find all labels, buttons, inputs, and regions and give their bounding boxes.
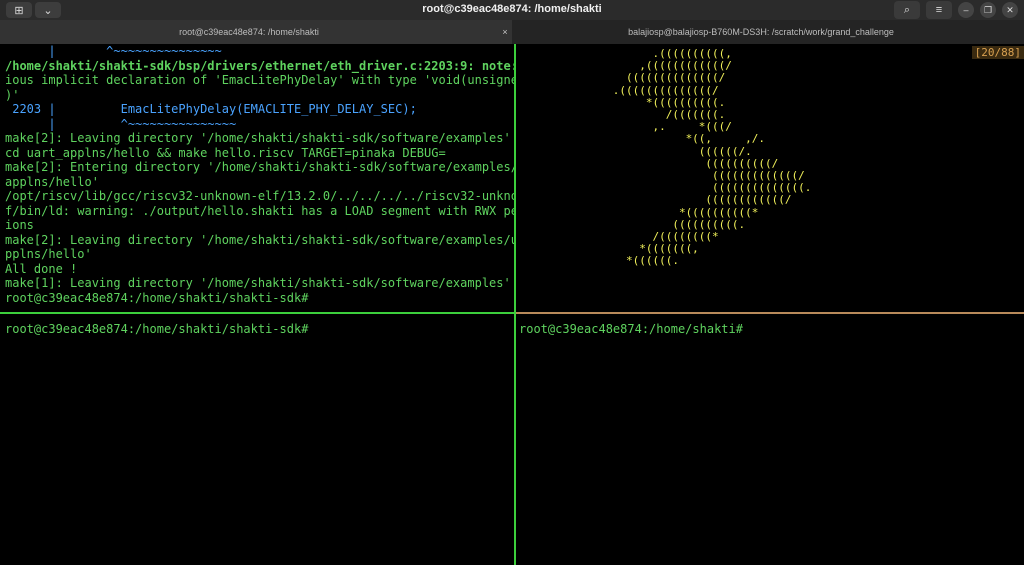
ascii-art: .((((((((((, ,((((((((((((/ ((((((((((((… xyxy=(516,47,1024,268)
art-line: *(((((((, xyxy=(520,242,699,256)
pane-divider-horizontal-left[interactable] xyxy=(0,312,514,314)
terminal-output: root@c39eac48e874:/home/shakti/shakti-sd… xyxy=(0,322,514,337)
shell-prompt: root@c39eac48e874:/home/shakti/shakti-sd… xyxy=(5,322,309,336)
terminal-pane-top-left[interactable]: | ^~~~~~~~~~~~~~~~ /home/shakti/shakti-s… xyxy=(0,44,514,312)
art-line: .((((((((((((((/ xyxy=(520,83,719,97)
term-line: ions xyxy=(5,218,34,232)
term-line: /home/shakti/shakti-sdk/bsp/drivers/ethe… xyxy=(5,58,514,73)
art-line: *((((((. xyxy=(520,254,679,268)
maximize-button[interactable]: ❐ xyxy=(980,2,996,18)
window-title: root@c39eac48e874: /home/shakti xyxy=(422,3,602,15)
art-line: ((((((/. xyxy=(520,144,752,158)
art-line: (((((((((((((/ xyxy=(520,169,805,183)
term-line: )' xyxy=(5,87,20,102)
term-line: cd uart_applns/hello && make hello.riscv… xyxy=(5,145,446,160)
art-line: ((((((((((/ xyxy=(520,156,779,170)
tab-label: balajiosp@balajiosp-B760M-DS3H: /scratch… xyxy=(628,27,894,37)
terminal-output: | ^~~~~~~~~~~~~~~~ /home/shakti/shakti-s… xyxy=(0,44,514,305)
art-line: ((((((((((((((/ xyxy=(520,71,726,85)
close-icon: ✕ xyxy=(1006,4,1014,15)
minimize-icon: – xyxy=(963,5,969,15)
art-line: .((((((((((, xyxy=(520,47,732,60)
art-line: ((((((((((((((. xyxy=(520,181,812,195)
hamburger-menu-button[interactable]: ≡ xyxy=(926,1,952,19)
search-button[interactable]: ⌕ xyxy=(894,1,920,19)
term-line: 2203 | EmacLitePhyDelay(EMACLITE_PHY_DEL… xyxy=(5,102,417,116)
pane-divider-horizontal-right[interactable] xyxy=(516,312,1024,314)
art-line: ,((((((((((((/ xyxy=(520,59,732,73)
art-line: *((((((((((. xyxy=(520,95,726,109)
art-line: *((((((((((* xyxy=(520,205,759,219)
art-line: ,. *(((/ xyxy=(520,120,732,134)
term-line: All done ! xyxy=(5,261,78,276)
art-line: /(((((((. xyxy=(520,108,726,122)
maximize-icon: ❐ xyxy=(983,4,993,15)
term-line: make[2]: Entering directory '/home/shakt… xyxy=(5,160,514,174)
term-line: ious implicit declaration of 'EmacLitePh… xyxy=(5,73,514,87)
art-line: ((((((((((. xyxy=(520,217,746,231)
art-line: ((((((((((((/ xyxy=(520,193,792,207)
terminal-output: root@c39eac48e874:/home/shakti# xyxy=(516,322,1024,337)
hamburger-icon: ≡ xyxy=(935,4,943,16)
art-line: /((((((((* xyxy=(520,230,719,244)
page-counter-badge: [20/88] xyxy=(971,46,1024,59)
term-line: make[1]: Leaving directory '/home/shakti… xyxy=(5,276,511,290)
tab-bar: root@c39eac48e874: /home/shakti × balaji… xyxy=(0,20,1024,44)
term-line: f/bin/ld: warning: ./output/hello.shakti… xyxy=(5,203,514,218)
search-icon: ⌕ xyxy=(903,3,911,16)
art-line: *((, ,/. xyxy=(520,132,766,146)
shell-prompt: root@c39eac48e874:/home/shakti# xyxy=(519,322,743,336)
tab-balajiosp[interactable]: balajiosp@balajiosp-B760M-DS3H: /scratch… xyxy=(512,20,1024,44)
term-line: applns/hello' xyxy=(5,174,99,189)
term-line: make[2]: Leaving directory '/home/shakti… xyxy=(5,131,511,145)
minimize-button[interactable]: – xyxy=(958,2,974,18)
term-line: | ^~~~~~~~~~~~~~~~ xyxy=(5,44,222,58)
close-window-button[interactable]: ✕ xyxy=(1002,2,1018,18)
term-line: /opt/riscv/lib/gcc/riscv32-unknown-elf/1… xyxy=(5,189,514,203)
shell-prompt: root@c39eac48e874:/home/shakti/shakti-sd… xyxy=(5,290,309,305)
pane-divider-vertical[interactable] xyxy=(514,44,516,565)
tab-root-shakti[interactable]: root@c39eac48e874: /home/shakti × xyxy=(0,20,512,44)
tab-label: root@c39eac48e874: /home/shakti xyxy=(179,27,319,37)
terminal-pane-bottom-left[interactable]: root@c39eac48e874:/home/shakti/shakti-sd… xyxy=(0,315,514,565)
term-line: make[2]: Leaving directory '/home/shakti… xyxy=(5,232,514,247)
terminal-pane-bottom-right[interactable]: root@c39eac48e874:/home/shakti# xyxy=(516,315,1024,565)
tab-close-icon[interactable]: × xyxy=(498,27,512,37)
term-line: | ^~~~~~~~~~~~~~~~ xyxy=(5,116,237,131)
window-titlebar: ⊞ ⌄ root@c39eac48e874: /home/shakti ⌕ ≡ … xyxy=(0,0,1024,20)
terminal-pane-top-right[interactable]: [20/88] .((((((((((, ,((((((((((((/ ((((… xyxy=(516,44,1024,312)
term-line: pplns/hello' xyxy=(5,247,92,261)
